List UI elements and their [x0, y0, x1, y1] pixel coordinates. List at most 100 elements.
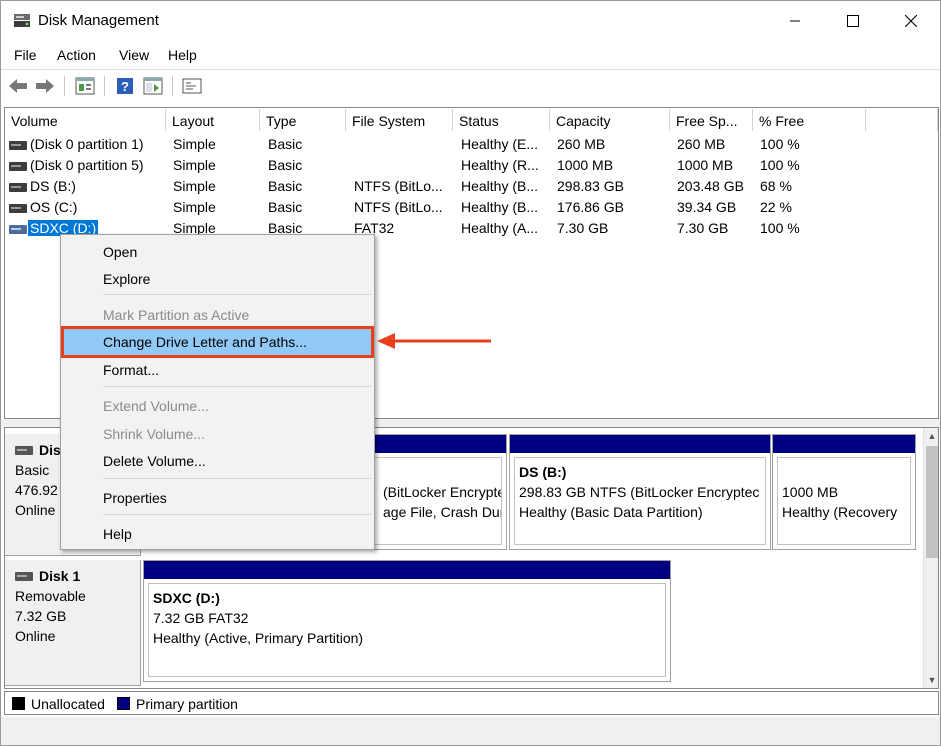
cell-layout: Simple — [173, 157, 216, 173]
cell-percent-free: 22 % — [760, 199, 792, 215]
cell-capacity: 1000 MB — [557, 157, 614, 173]
partition-body: 1000 MB Healthy (Recovery — [777, 457, 911, 545]
disk-1-name-line: Disk 1 — [15, 568, 130, 584]
cell-type: Basic — [268, 157, 303, 173]
column-header-file-system[interactable]: File System — [346, 109, 453, 131]
cell-status: Healthy (B... — [461, 199, 539, 215]
cell-volume: OS (C:) — [30, 199, 78, 215]
partition-line: Healthy (Recovery — [782, 504, 898, 520]
disk-1-row: Disk 1 Removable 7.32 GB Online SDXC (D:… — [5, 560, 921, 686]
partition-line: 298.83 GB NTFS (BitLocker Encryptec — [519, 484, 760, 500]
menu-item-change-drive-letter[interactable]: Change Drive Letter and Paths... — [61, 326, 374, 358]
menu-item-open[interactable]: Open — [64, 239, 371, 265]
toolbar-separator — [104, 76, 105, 96]
cell-status: Healthy (E... — [461, 136, 539, 152]
partition-bar — [773, 435, 915, 453]
scroll-thumb[interactable] — [926, 446, 938, 558]
cell-free-space: 7.30 GB — [677, 220, 729, 236]
volume-row[interactable]: (Disk 0 partition 5) Simple Basic Health… — [5, 156, 938, 177]
minimize-button[interactable] — [766, 1, 824, 41]
menu-bar: File Action View Help — [1, 45, 940, 67]
partition-line: age File, Crash Dur — [383, 504, 502, 520]
drive-icon — [9, 183, 27, 192]
unallocated-swatch — [12, 697, 25, 710]
cell-file-system: NTFS (BitLo... — [354, 178, 443, 194]
column-header-layout[interactable]: Layout — [166, 109, 260, 131]
menu-file[interactable]: File — [14, 47, 37, 63]
partition-bar — [510, 435, 770, 453]
forward-button[interactable] — [34, 75, 56, 97]
volume-row[interactable]: OS (C:) Simple Basic NTFS (BitLo... Heal… — [5, 198, 938, 219]
partition-line: Healthy (Basic Data Partition) — [519, 504, 703, 520]
cell-capacity: 176.86 GB — [557, 199, 624, 215]
column-header-volume[interactable]: Volume — [5, 109, 166, 131]
partition-recovery[interactable]: 1000 MB Healthy (Recovery — [772, 434, 916, 550]
cell-status: Healthy (B... — [461, 178, 539, 194]
disk-1-size: 7.32 GB — [15, 608, 67, 624]
primary-partition-swatch — [117, 697, 130, 710]
column-header-free-space[interactable]: Free Sp... — [670, 109, 753, 131]
cell-status: Healthy (R... — [461, 157, 539, 173]
disk-1-label[interactable]: Disk 1 Removable 7.32 GB Online — [5, 560, 141, 686]
cell-layout: Simple — [173, 136, 216, 152]
column-header-capacity[interactable]: Capacity — [550, 109, 670, 131]
help-button[interactable]: ? — [114, 75, 136, 97]
cell-type: Basic — [268, 178, 303, 194]
cell-capacity: 260 MB — [557, 136, 606, 152]
cell-free-space: 39.34 GB — [677, 199, 737, 215]
menu-item-format[interactable]: Format... — [64, 357, 371, 383]
menu-item-delete-volume[interactable]: Delete Volume... — [64, 448, 371, 474]
partition-sdxc-d[interactable]: SDXC (D:) 7.32 GB FAT32 Healthy (Active,… — [143, 560, 671, 682]
maximize-icon — [847, 15, 859, 27]
menu-help[interactable]: Help — [168, 47, 197, 63]
console-button[interactable] — [181, 75, 203, 97]
column-header-status[interactable]: Status — [453, 109, 550, 131]
toolbar: ? — [1, 69, 940, 101]
cell-free-space: 203.48 GB — [677, 178, 744, 194]
column-header-percent-free[interactable]: % Free — [753, 109, 866, 131]
menu-view[interactable]: View — [119, 47, 149, 63]
cell-status: Healthy (A... — [461, 220, 539, 236]
menu-item-explore[interactable]: Explore — [64, 266, 371, 292]
partition-line: Healthy (Active, Primary Partition) — [153, 630, 364, 646]
cell-volume: DS (B:) — [30, 178, 76, 194]
menu-item-help[interactable]: Help — [64, 521, 371, 547]
close-button[interactable] — [882, 1, 940, 41]
disk-management-app-icon — [14, 14, 30, 27]
cell-volume: (Disk 0 partition 1) — [30, 136, 144, 152]
annotation-arrow-icon — [377, 333, 491, 349]
maximize-button[interactable] — [824, 1, 882, 41]
show-hide-tree-button[interactable] — [142, 75, 164, 97]
properties-button[interactable] — [74, 75, 96, 97]
cell-free-space: 260 MB — [677, 136, 726, 152]
legend: Unallocated Primary partition — [4, 691, 939, 715]
menu-separator — [103, 514, 371, 515]
partition-ds-b[interactable]: DS (B:) 298.83 GB NTFS (BitLocker Encryp… — [509, 434, 771, 550]
menu-action[interactable]: Action — [57, 47, 96, 63]
menu-item-properties[interactable]: Properties — [64, 485, 371, 511]
disk-icon — [15, 571, 33, 581]
disk-1-state: Online — [15, 628, 56, 644]
minimize-icon — [790, 20, 800, 22]
vertical-scrollbar[interactable]: ▲ ▼ — [923, 428, 938, 688]
partition-line: (BitLocker Encrypte — [383, 484, 502, 500]
volume-row[interactable]: (Disk 0 partition 1) Simple Basic Health… — [5, 135, 938, 156]
partition-body: SDXC (D:) 7.32 GB FAT32 Healthy (Active,… — [148, 583, 666, 677]
forward-icon — [36, 79, 54, 93]
menu-separator — [103, 478, 371, 479]
scroll-down-icon[interactable]: ▼ — [924, 672, 938, 688]
console-icon — [182, 78, 202, 94]
cell-volume: (Disk 0 partition 5) — [30, 157, 144, 173]
cell-capacity: 298.83 GB — [557, 178, 624, 194]
back-button[interactable] — [7, 75, 29, 97]
menu-item-shrink-volume: Shrink Volume... — [103, 426, 205, 442]
cell-layout: Simple — [173, 199, 216, 215]
partition-body: DS (B:) 298.83 GB NTFS (BitLocker Encryp… — [514, 457, 766, 545]
list-header: Volume Layout Type File System Status Ca… — [5, 109, 938, 131]
scroll-up-icon[interactable]: ▲ — [924, 428, 938, 444]
column-header-type[interactable]: Type — [260, 109, 346, 131]
status-bar — [1, 717, 940, 745]
disk-management-window: Disk Management File Action View Help ? — [0, 0, 941, 746]
partition-line: 7.32 GB FAT32 — [153, 610, 249, 626]
volume-row[interactable]: DS (B:) Simple Basic NTFS (BitLo... Heal… — [5, 177, 938, 198]
